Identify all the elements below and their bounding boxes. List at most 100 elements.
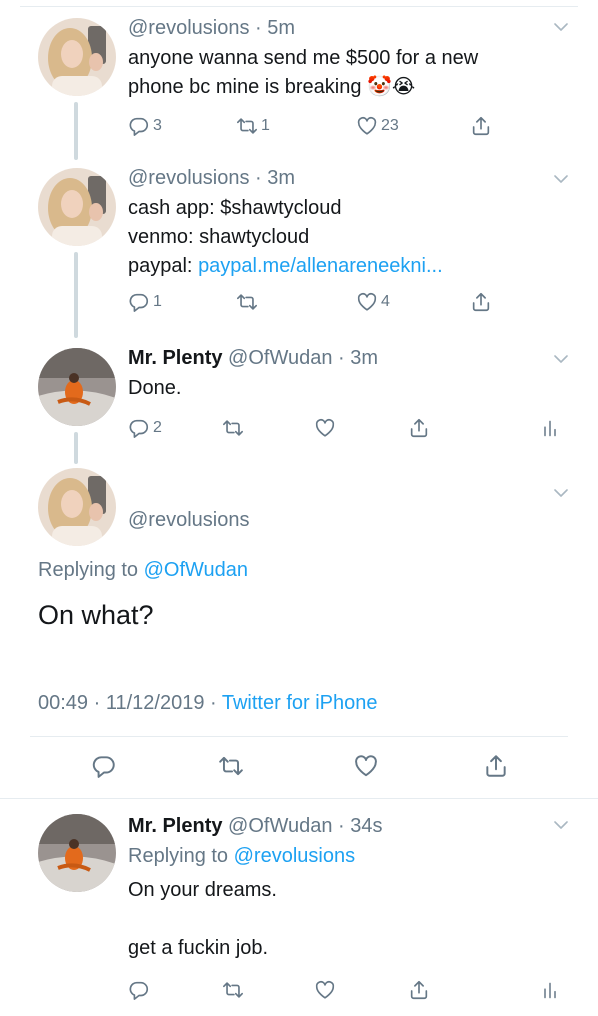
tweet-header: @revolusions · 5m <box>128 17 296 39</box>
tweet-text: On your dreams. get a fuckin job. <box>128 876 568 963</box>
share-icon <box>408 417 430 439</box>
tweet-text-line: phone bc mine is breaking 🤡😭 <box>128 76 416 98</box>
like-button[interactable] <box>314 976 336 1004</box>
reply-icon <box>128 979 150 1001</box>
focused-tweet-text: On what? <box>38 600 154 630</box>
tweet-text-line: anyone wanna send me $500 for a new <box>128 47 479 69</box>
reply-button[interactable] <box>91 752 117 780</box>
avatar[interactable] <box>38 468 116 546</box>
retweet-button[interactable] <box>222 414 244 442</box>
retweet-button[interactable] <box>222 976 244 1004</box>
reply-icon <box>91 753 117 779</box>
retweet-button[interactable] <box>218 752 244 780</box>
tweet-text: anyone wanna send me $500 for a new phon… <box>128 44 568 102</box>
like-icon <box>314 417 336 439</box>
handle[interactable]: @OfWudan <box>228 347 332 369</box>
retweet-icon <box>222 979 244 1001</box>
tweet-source[interactable]: Twitter for iPhone <box>222 692 378 714</box>
like-icon <box>314 979 336 1001</box>
analytics-icon <box>540 417 560 439</box>
reply-button[interactable]: 2 <box>128 414 162 442</box>
tweet-actions: 2 <box>128 414 568 442</box>
timestamp[interactable]: 5m <box>267 17 295 39</box>
avatar[interactable] <box>38 18 116 96</box>
like-icon <box>353 753 379 779</box>
thread-line <box>74 432 78 464</box>
tweet-text: cash app: $shawtycloud venmo: shawtyclou… <box>128 194 568 281</box>
reply-button[interactable]: 3 <box>128 112 162 140</box>
retweet-count: 1 <box>261 117 270 134</box>
tweet-actions: 3 1 23 <box>128 112 568 140</box>
like-icon <box>356 291 378 313</box>
tweet-1[interactable]: @revolusions · 5m anyone wanna send me $… <box>0 0 598 160</box>
tweet-text-line: venmo: shawtycloud <box>128 226 310 248</box>
like-button[interactable]: 23 <box>356 112 399 140</box>
like-button[interactable]: 4 <box>356 288 390 316</box>
tweet-meta: 00:49 · 11/12/2019 · Twitter for iPhone <box>38 692 377 715</box>
focused-tweet: @revolusions Replying to @OfWudan On wha… <box>0 464 598 798</box>
handle[interactable]: @revolusions <box>128 508 249 532</box>
replying-to: Replying to @revolusions <box>128 844 568 868</box>
tweet-2[interactable]: @revolusions · 3m cash app: $shawtycloud… <box>0 160 598 338</box>
mention-link[interactable]: @revolusions <box>234 845 355 867</box>
retweet-icon <box>236 115 258 137</box>
timestamp[interactable]: 34s <box>350 815 382 837</box>
reply-icon <box>128 115 150 137</box>
analytics-button[interactable] <box>540 414 560 442</box>
retweet-button[interactable]: 1 <box>236 112 270 140</box>
like-button[interactable] <box>314 414 336 442</box>
replying-to: Replying to @OfWudan <box>38 558 248 582</box>
avatar[interactable] <box>38 814 116 892</box>
tweet-3[interactable]: Mr. Plenty @OfWudan · 3m Done. 2 <box>0 338 598 464</box>
retweet-icon <box>218 753 244 779</box>
like-count: 4 <box>381 293 390 310</box>
share-button[interactable] <box>470 288 492 316</box>
tweet-text-line: On your dreams. <box>128 879 277 901</box>
reply-icon <box>128 417 150 439</box>
tweet-text-line: cash app: $shawtycloud <box>128 197 342 219</box>
handle[interactable]: @revolusions <box>128 17 249 39</box>
timestamp[interactable]: 3m <box>350 347 378 369</box>
share-button[interactable] <box>408 976 430 1004</box>
tweet-text: Done. <box>128 377 182 399</box>
retweet-icon <box>236 291 258 313</box>
retweet-button[interactable] <box>236 288 258 316</box>
divider <box>30 736 568 737</box>
mention-link[interactable]: @OfWudan <box>144 559 248 581</box>
handle[interactable]: @OfWudan <box>228 815 332 837</box>
like-count: 23 <box>381 117 399 134</box>
display-name[interactable]: Mr. Plenty <box>128 347 222 369</box>
tweet-header: Mr. Plenty @OfWudan · 3m <box>128 347 379 369</box>
avatar[interactable] <box>38 348 116 426</box>
share-button[interactable] <box>408 414 430 442</box>
tweet-text-line: paypal: paypal.me/allenareneekni... <box>128 252 568 281</box>
share-icon <box>483 753 509 779</box>
tweet-text-line: get a fuckin job. <box>128 937 269 959</box>
reply-icon <box>128 291 150 313</box>
tweet-actions: 1 4 <box>128 288 568 316</box>
reply-button[interactable]: 1 <box>128 288 162 316</box>
reply-tweet[interactable]: Mr. Plenty @OfWudan · 34s Replying to @r… <box>0 800 598 1016</box>
timestamp[interactable]: 3m <box>267 167 295 189</box>
like-icon <box>356 115 378 137</box>
share-icon <box>470 291 492 313</box>
section-divider <box>0 798 598 799</box>
retweet-icon <box>222 417 244 439</box>
reply-button[interactable] <box>128 976 150 1004</box>
paypal-link[interactable]: paypal.me/allenareneekni... <box>198 255 443 277</box>
share-icon <box>470 115 492 137</box>
tweet-actions <box>128 976 568 1004</box>
share-button[interactable] <box>470 112 492 140</box>
chevron-down-icon[interactable] <box>554 488 568 498</box>
analytics-icon <box>540 979 560 1001</box>
like-button[interactable] <box>353 752 379 780</box>
analytics-button[interactable] <box>540 976 560 1004</box>
thread-line <box>74 252 78 338</box>
display-name[interactable]: Mr. Plenty <box>128 815 222 837</box>
tweet-datetime[interactable]: 00:49 · 11/12/2019 · <box>38 692 222 714</box>
handle[interactable]: @revolusions <box>128 167 249 189</box>
share-icon <box>408 979 430 1001</box>
share-button[interactable] <box>483 752 509 780</box>
tweet-header: @revolusions · 3m <box>128 167 296 189</box>
avatar[interactable] <box>38 168 116 246</box>
